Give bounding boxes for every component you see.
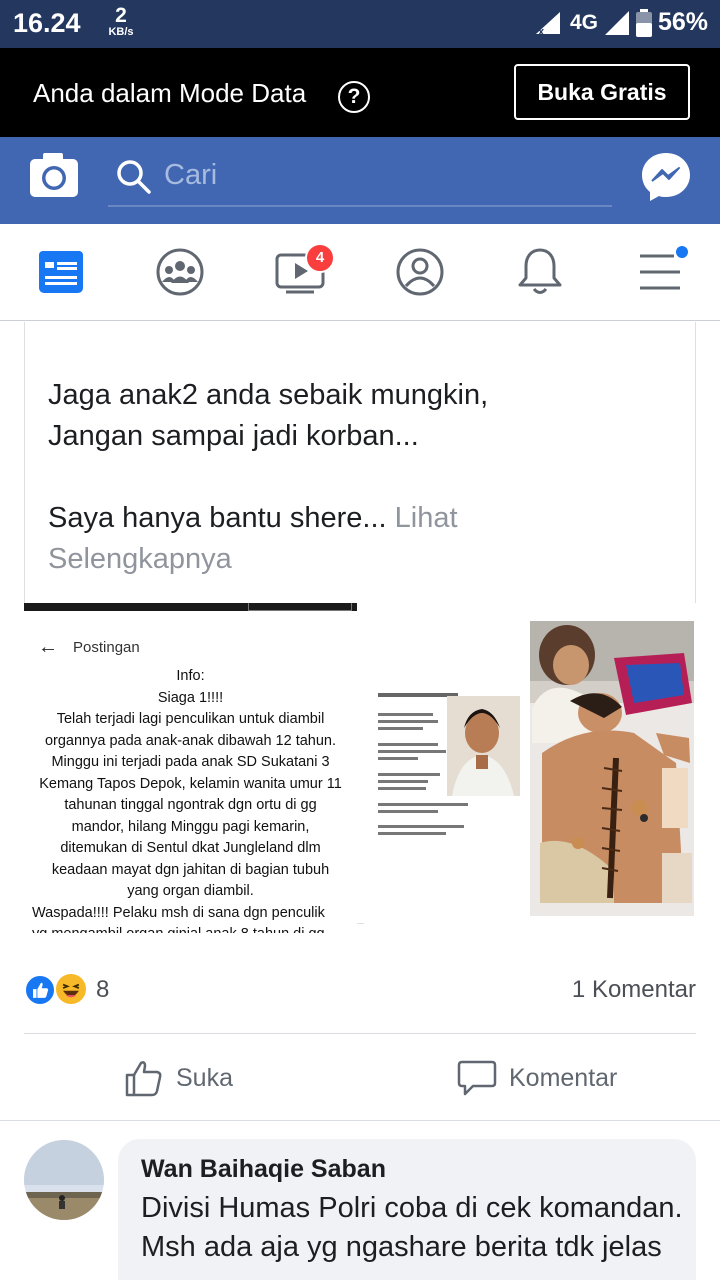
search-input[interactable] [164,157,584,193]
data-mode-text: Anda dalam Mode Data [33,78,307,108]
status-bar: 16.24 2 KB/s x 4G 56% [0,0,720,48]
comment-button[interactable]: Komentar [457,1056,617,1100]
menu-notification-dot [674,244,690,260]
app-header [0,137,720,224]
like-label: Suka [176,1063,233,1092]
post-photo-screenshot[interactable]: ← Postingan Info: Siaga 1!!!! Telah terj… [24,603,357,933]
notification-badge: 4 [305,243,335,273]
comment-count[interactable]: 1 Komentar [572,976,696,1004]
free-mode-button[interactable]: Buka Gratis [514,64,690,120]
notifications-icon[interactable] [514,246,566,298]
signal-icon: x [535,11,560,36]
divider [24,1033,696,1034]
like-icon [125,1061,162,1097]
search-bar[interactable] [108,147,612,207]
tab-bar: 4 [0,224,720,321]
post-text-line: Saya hanya bantu shere... Lihat [48,502,458,534]
divider [0,1120,720,1121]
profile-icon[interactable] [394,246,446,298]
see-more-link[interactable]: Lihat [395,502,458,534]
battery-icon [635,8,652,37]
child-portrait-image [447,696,520,796]
data-mode-banner: Anda dalam Mode Data ? Buka Gratis [0,48,720,137]
comment-text: Divisi Humas Polri coba di cek komandan.… [141,1192,683,1263]
post-text-line: Jangan sampai jadi korban... [48,420,419,452]
help-icon[interactable]: ? [338,81,370,113]
like-button[interactable]: Suka [124,1056,233,1100]
see-more-link[interactable]: Selengkapnya [48,539,232,580]
comment-icon [457,1060,497,1096]
comment-label: Komentar [509,1063,618,1092]
screenshot-title: Postingan [73,639,140,656]
network-speed: 2 KB/s [108,4,134,38]
reactions-summary[interactable]: 8 1 Komentar [24,972,696,1012]
svg-text:x: x [538,26,545,36]
comment-author[interactable]: Wan Baihaqie Saban [141,1155,386,1184]
like-reaction-icon [24,974,56,1006]
news-feed-icon[interactable] [36,246,88,298]
groups-icon[interactable] [154,246,206,298]
status-time: 16.24 [13,8,81,38]
camera-icon[interactable] [28,151,80,199]
search-icon [117,160,151,194]
news-feed: Jaga anak2 anda sebaik mungkin, Jangan s… [0,322,720,1280]
battery-percentage: 56% [657,8,708,36]
avatar[interactable] [24,1140,104,1220]
signal-strength-icon [604,10,629,35]
comment-bubble[interactable]: Wan Baihaqie Saban Divisi Humas Polri co… [118,1139,696,1280]
reaction-count: 8 [96,976,110,1003]
hospital-photo-image [530,621,694,916]
photo-collage [364,603,696,933]
haha-reaction-icon [54,972,88,1006]
network-type: 4G [569,10,598,34]
back-arrow-icon: ← [38,636,58,658]
messenger-icon[interactable] [640,151,692,203]
screenshot-text: Info: Siaga 1!!!! Telah terjadi lagi pen… [32,668,342,933]
post-text-line: Jaga anak2 anda sebaik mungkin, [48,379,489,411]
post-photo[interactable] [364,603,696,933]
